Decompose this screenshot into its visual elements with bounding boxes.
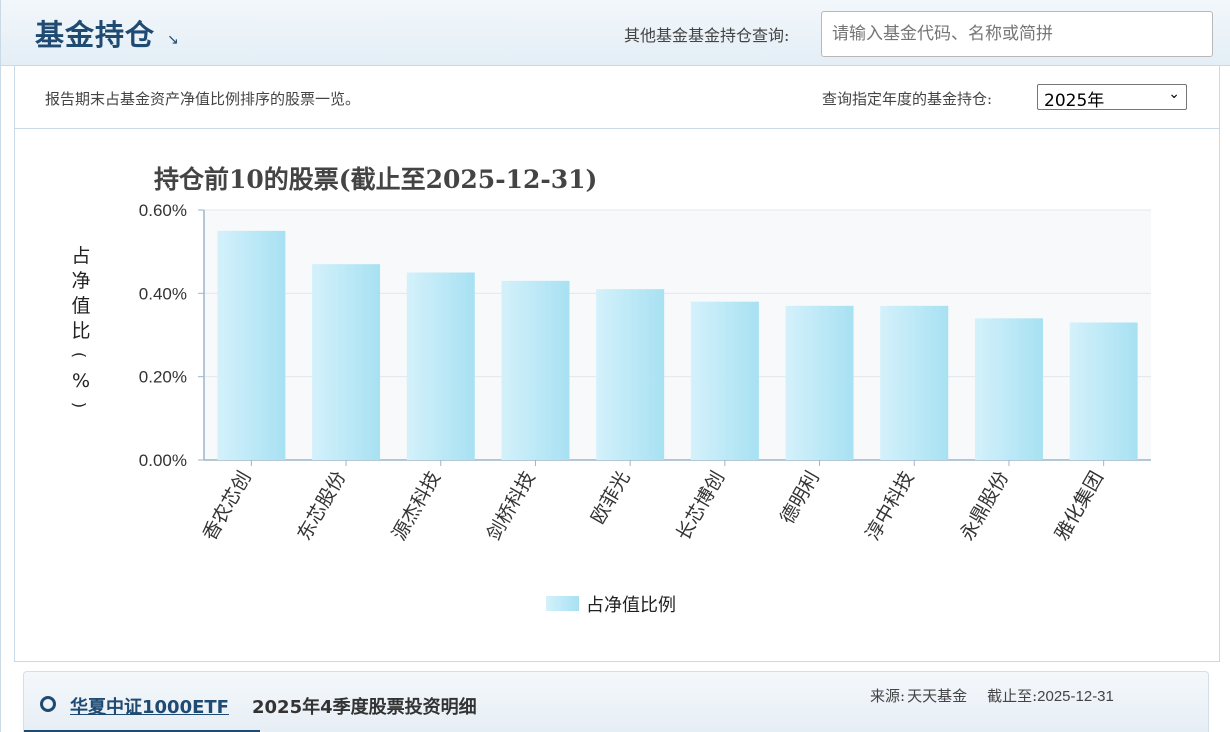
bar	[217, 230, 286, 460]
expand-arrow-icon[interactable]: ↘	[167, 32, 179, 48]
bar	[880, 305, 949, 460]
x-tick-label: 欧菲光	[587, 468, 635, 528]
fund-name-link[interactable]: 华夏中证1000ETF	[70, 693, 229, 719]
page-title: 基金持仓	[35, 18, 156, 52]
bar	[596, 289, 665, 460]
y-tick-label: 0.20%	[139, 368, 187, 387]
y-axis-label-char: 占	[71, 245, 90, 267]
other-fund-query-label: 其他基金基金持仓查询:	[624, 26, 790, 45]
page-frame: 基金持仓 ↘ 其他基金基金持仓查询: 报告期末占基金资产净值比例排序的股票一览。…	[0, 0, 1230, 732]
y-axis-label-char: )	[70, 402, 89, 408]
chart-title: 持仓前10的股票(截止至2025-12-31)	[154, 165, 597, 194]
source-info: 来源: 天天基金 截止至:2025-12-31	[870, 685, 1114, 706]
x-tick-label: 雅化集团	[1051, 468, 1108, 545]
holdings-description: 报告期末占基金资产净值比例排序的股票一览。	[45, 90, 361, 108]
x-tick-label: 德明利	[776, 468, 824, 528]
holdings-chart: 持仓前10的股票(截止至2025-12-31) 0.00% 0.20% 0.40% 0.…	[70, 165, 1151, 616]
bar	[312, 264, 381, 460]
x-tick-label: 淳中科技	[862, 468, 919, 545]
year-query-label: 查询指定年度的基金持仓:	[822, 90, 993, 108]
y-tick-label: 0.00%	[139, 451, 187, 470]
x-tick-label: 剑桥科技	[483, 468, 540, 545]
cutoff-label: 截止至:	[987, 687, 1038, 705]
x-tick-label: 源杰科技	[388, 468, 445, 545]
bullet-circle-icon	[40, 696, 56, 712]
bar	[785, 305, 854, 460]
year-select-value: 2025年	[1044, 91, 1105, 111]
cutoff-date: 2025-12-31	[1037, 688, 1114, 705]
legend-label: 占净值比例	[586, 595, 676, 616]
y-axis-label-char: 比	[71, 320, 90, 342]
page-header: 基金持仓 ↘ 其他基金基金持仓查询:	[1, 0, 1230, 66]
bar	[501, 280, 570, 460]
y-axis-label-char: (	[70, 352, 89, 358]
source-label: 来源:	[870, 687, 906, 705]
y-tick-label: 0.60%	[139, 201, 187, 220]
fund-search-input[interactable]	[821, 11, 1213, 57]
x-tick-label: 永鼎股份	[956, 467, 1013, 544]
y-tick-label: 0.40%	[139, 284, 187, 303]
bar	[1069, 322, 1138, 460]
legend-swatch	[546, 596, 579, 611]
bar	[690, 301, 759, 460]
source-value: 天天基金	[907, 687, 968, 705]
detail-section-header: 华夏中证1000ETF 2025年4季度股票投资明细 来源: 天天基金 截止至:20…	[23, 671, 1209, 732]
chevron-down-icon: ⌄	[1168, 86, 1180, 102]
y-axis-label-char: 净	[71, 270, 90, 292]
detail-title: 2025年4季度股票投资明细	[252, 697, 477, 718]
year-select[interactable]: 2025年 ⌄	[1037, 84, 1187, 111]
bar	[974, 318, 1043, 460]
x-tick-label: 长芯博创	[672, 468, 729, 545]
holdings-subbar: 报告期末占基金资产净值比例排序的股票一览。 查询指定年度的基金持仓: 2025年…	[15, 66, 1219, 129]
x-tick-label: 香农芯创	[199, 468, 256, 545]
x-tick-label: 东芯股份	[293, 468, 350, 545]
y-axis-label-char: 值	[71, 295, 90, 317]
y-axis-label-char: %	[72, 370, 90, 392]
bar	[406, 272, 475, 460]
